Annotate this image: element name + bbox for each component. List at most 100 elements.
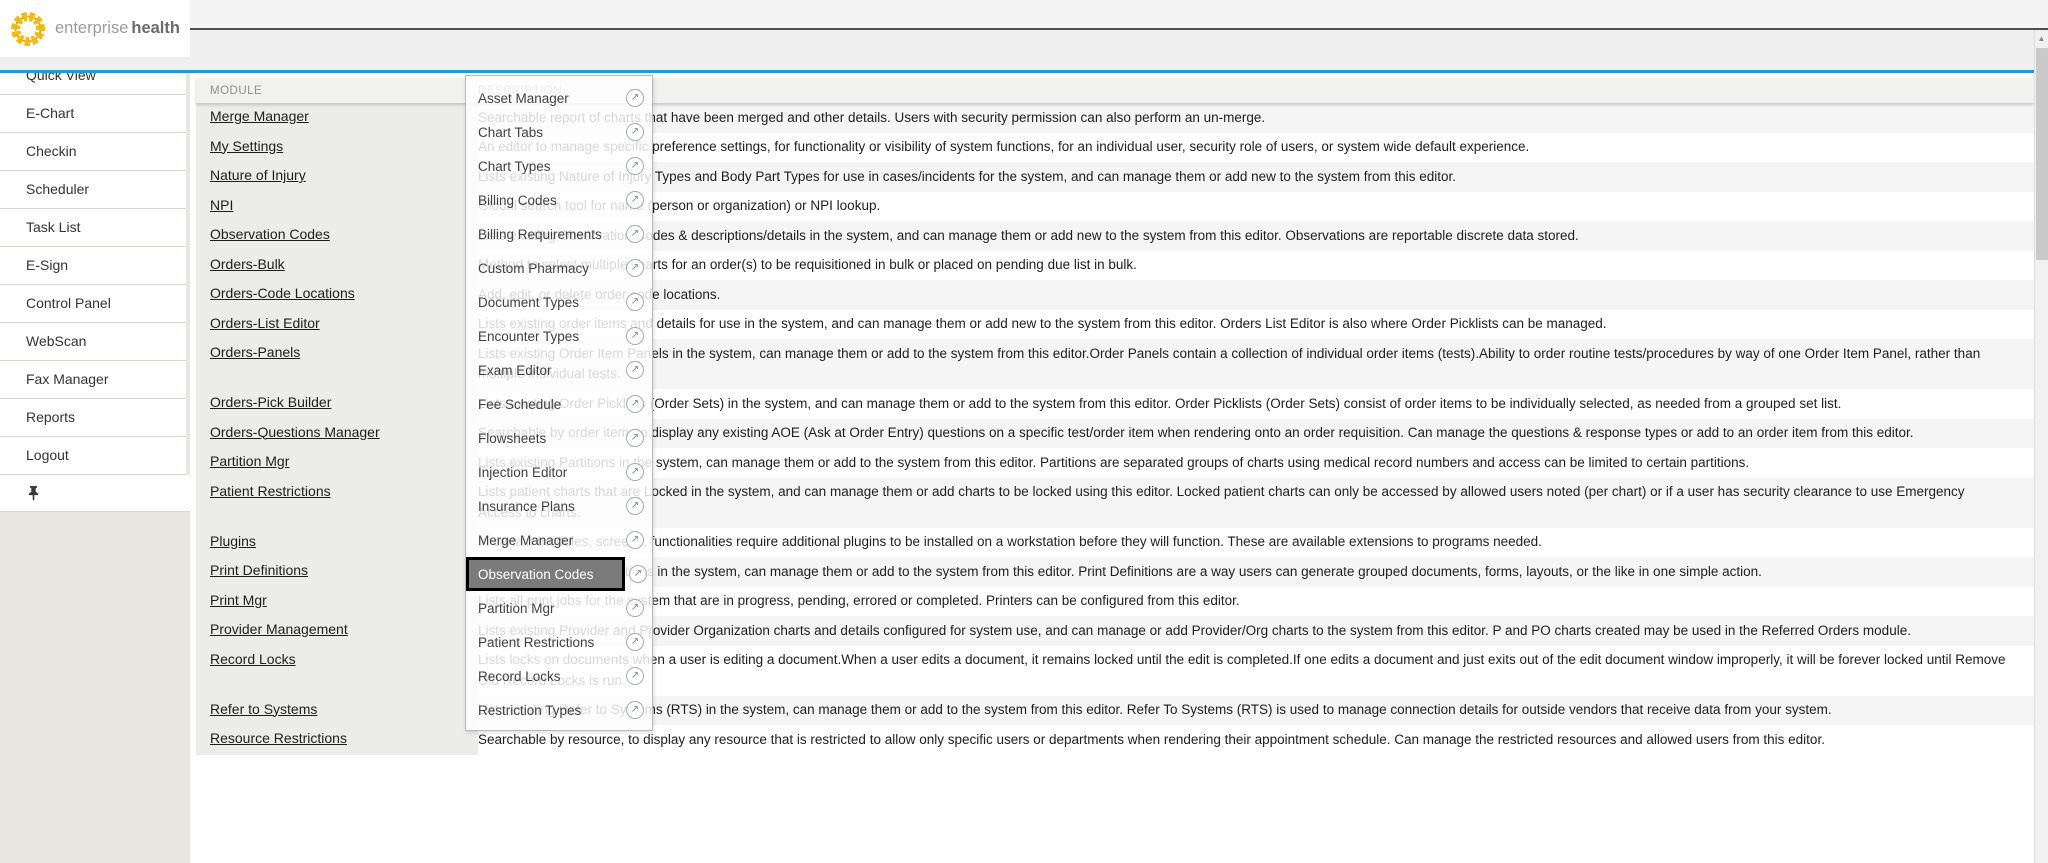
module-link-orders-list-editor[interactable]: Orders-List Editor [210,315,320,331]
module-link-merge-manager[interactable]: Merge Manager [210,108,309,124]
module-link-resource-restrictions[interactable]: Resource Restrictions [210,730,347,746]
module-link-orders-pick-builder[interactable]: Orders-Pick Builder [210,394,331,410]
open-new-window-icon[interactable]: ↗ [626,531,644,549]
module-description: Lists existing Order Picklists (Order Se… [478,389,2034,419]
menu-item-chart-tabs[interactable]: Chart Tabs↗ [466,115,652,149]
module-link-plugins[interactable]: Plugins [210,533,256,549]
sidebar-item-reports[interactable]: Reports [0,399,186,437]
module-link-npi[interactable]: NPI [210,197,233,213]
module-link-orders-panels[interactable]: Orders-Panels [210,344,300,360]
module-cell: Nature of Injury [196,162,478,192]
module-cell: Orders-List Editor [196,310,478,340]
open-new-window-icon[interactable]: ↗ [626,361,644,379]
sidebar-item-e-sign[interactable]: E-Sign [0,247,186,285]
open-new-window-icon[interactable]: ↗ [629,565,647,583]
module-description: Lists patient charts that are Locked in … [478,478,2034,528]
open-new-window-icon[interactable]: ↗ [626,123,644,141]
module-cell: Merge Manager [196,103,478,133]
module-link-orders-bulk[interactable]: Orders-Bulk [210,256,285,272]
open-new-window-icon[interactable]: ↗ [626,293,644,311]
menu-item-custom-pharmacy[interactable]: Custom Pharmacy ↗ [466,251,652,285]
module-link-print-mgr[interactable]: Print Mgr [210,592,267,608]
menu-item-label: Observation Codes [478,567,594,582]
module-description: Lists existing Order Item Panels in the … [478,339,2034,389]
menu-item-partition-mgr[interactable]: Partition Mgr↗ [466,591,652,625]
module-cell: Plugins [196,528,478,558]
app-logo[interactable]: enterprisehealth [0,0,190,57]
menu-item-encounter-types[interactable]: Encounter Types↗ [466,319,652,353]
module-description: Lists existing Nature of Injury Types an… [478,162,2034,192]
scroll-up-arrow-icon[interactable]: ▲ [2035,32,2048,44]
menu-item-billing-requirements[interactable]: Billing Requirements↗ [466,217,652,251]
open-new-window-icon[interactable]: ↗ [626,429,644,447]
module-description: Method to select multiple charts for an … [478,251,2034,281]
sidebar-item-control-panel[interactable]: Control Panel [0,285,186,323]
menu-item-merge-manager[interactable]: Merge Manager↗ [466,523,652,557]
module-description: Lists existing Observation Codes & descr… [478,221,2034,251]
module-link-orders-code-locations[interactable]: Orders-Code Locations [210,285,355,301]
open-new-window-icon[interactable]: ↗ [626,327,644,345]
module-link-patient-restrictions[interactable]: Patient Restrictions [210,483,331,499]
sidebar-item-task-list[interactable]: Task List [0,209,186,247]
module-description: Searchable by resource, to display any r… [478,725,2034,755]
menu-item-observation-codes[interactable]: Observation Codes↗ [466,557,625,591]
open-new-window-icon[interactable]: ↗ [626,225,644,243]
scrollbar-thumb[interactable] [2036,48,2048,260]
module-cell: Print Mgr [196,587,478,617]
sidebar-item-webscan[interactable]: WebScan [0,323,186,361]
module-cell: Resource Restrictions [196,725,478,755]
module-link-observation-codes[interactable]: Observation Codes [210,226,330,242]
menu-item-insurance-plans[interactable]: Insurance Plans ↗ [466,489,652,523]
module-description: In certain modules, screens, functionali… [478,528,2034,558]
sidebar-item-checkin[interactable]: Checkin [0,133,186,171]
open-new-window-icon[interactable]: ↗ [626,191,644,209]
module-link-print-definitions[interactable]: Print Definitions [210,562,308,578]
menu-item-restriction-types[interactable]: Restriction Types↗ [466,693,652,727]
module-cell: Observation Codes [196,221,478,251]
sidebar-pin-toggle[interactable] [0,475,190,512]
open-new-window-icon[interactable]: ↗ [626,633,644,651]
module-description: An editor to manage specific preference … [478,133,2034,163]
module-link-record-locks[interactable]: Record Locks [210,651,296,667]
module-cell: Orders-Code Locations [196,280,478,310]
module-link-nature-of-injury[interactable]: Nature of Injury [210,167,306,183]
open-new-window-icon[interactable]: ↗ [626,599,644,617]
left-sidebar: Quick ViewE-ChartCheckinSchedulerTask Li… [0,57,190,863]
open-new-window-icon[interactable]: ↗ [626,259,644,277]
open-new-window-icon[interactable]: ↗ [626,667,644,685]
open-new-window-icon[interactable]: ↗ [626,157,644,175]
module-link-orders-questions-manager[interactable]: Orders-Questions Manager [210,424,380,440]
menu-item-fee-schedule[interactable]: Fee Schedule↗ [466,387,652,421]
menu-item-billing-codes[interactable]: Billing Codes↗ [466,183,652,217]
sidebar-item-scheduler[interactable]: Scheduler [0,171,186,209]
module-description: Searchable by order item, to display any… [478,419,2034,449]
open-new-window-icon[interactable]: ↗ [626,463,644,481]
menu-item-exam-editor[interactable]: Exam Editor↗ [466,353,652,387]
menu-item-asset-manager[interactable]: Asset Manager↗ [466,81,652,115]
chart-dropdown-menu: Asset Manager↗Chart Tabs↗Chart Types↗Bil… [465,75,653,731]
menu-item-patient-restrictions[interactable]: Patient Restrictions↗ [466,625,652,659]
open-new-window-icon[interactable]: ↗ [626,89,644,107]
module-link-refer-to-systems[interactable]: Refer to Systems [210,701,317,717]
menu-item-record-locks[interactable]: Record Locks↗ [466,659,652,693]
module-link-my-settings[interactable]: My Settings [210,138,283,154]
menu-item-document-types[interactable]: Document Types↗ [466,285,652,319]
module-cell: Patient Restrictions [196,478,478,528]
open-new-window-icon[interactable]: ↗ [626,395,644,413]
module-cell: My Settings [196,133,478,163]
menu-item-chart-types[interactable]: Chart Types↗ [466,149,652,183]
vertical-scrollbar[interactable]: ▲ [2034,30,2048,863]
menu-item-label: Custom Pharmacy [478,261,589,276]
open-new-window-icon[interactable]: ↗ [626,497,644,515]
open-new-window-icon[interactable]: ↗ [626,701,644,719]
menu-item-injection-editor[interactable]: Injection Editor↗ [466,455,652,489]
sidebar-item-e-chart[interactable]: E-Chart [0,95,186,133]
module-link-provider-management[interactable]: Provider Management [210,621,348,637]
menu-item-label: Insurance Plans [478,499,575,514]
logo-text-bold: health [131,19,180,38]
menu-item-label: Flowsheets [478,431,546,446]
sidebar-item-logout[interactable]: Logout [0,437,186,475]
sidebar-item-fax-manager[interactable]: Fax Manager [0,361,186,399]
menu-item-flowsheets[interactable]: Flowsheets ↗ [466,421,652,455]
module-link-partition-mgr[interactable]: Partition Mgr [210,453,289,469]
